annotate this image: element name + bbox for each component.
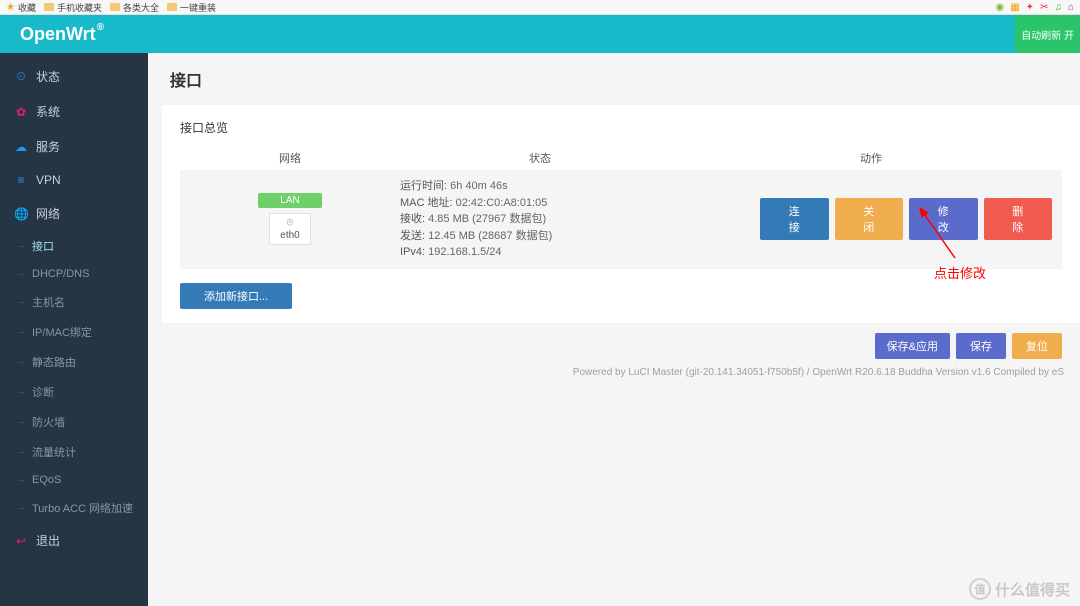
save-apply-button[interactable]: 保存&应用 <box>875 333 950 359</box>
sidebar-item-status[interactable]: ⏲状态 <box>0 59 148 94</box>
col-status: 状态 <box>400 150 680 166</box>
sidebar-sub-traffic[interactable]: 流量统计 <box>0 437 148 467</box>
sidebar-sub-firewall[interactable]: 防火墙 <box>0 407 148 437</box>
sidebar-sub-interfaces[interactable]: 接口 <box>0 231 148 261</box>
cell-status: 运行时间: 6h 40m 46s MAC 地址: 02:42:C0:A8:01:… <box>400 178 760 261</box>
table-header: 网络 状态 动作 <box>180 146 1062 170</box>
main-content: 接口 接口总览 网络 状态 动作 LAN ⌾ eth0 <box>148 53 1080 606</box>
sidebar-item-vpn[interactable]: ≡VPN <box>0 164 148 196</box>
header: OpenWrt® 自动刷新 开 <box>0 15 1080 53</box>
close-button[interactable]: 关闭 <box>835 198 904 240</box>
logout-icon: ↩ <box>14 534 28 548</box>
reset-button[interactable]: 复位 <box>1012 333 1062 359</box>
sidebar-sub-routes[interactable]: 静态路由 <box>0 347 148 377</box>
add-interface-button[interactable]: 添加新接口... <box>180 283 292 309</box>
bookmark-reinstall[interactable]: 一键重装 <box>167 1 216 14</box>
ext-icon[interactable]: ✂ <box>1040 2 1048 13</box>
ext-icon[interactable]: ♫ <box>1054 2 1062 13</box>
cloud-icon: ☁ <box>14 140 28 154</box>
ext-icon[interactable]: ⌂ <box>1068 2 1074 13</box>
interface-table: 网络 状态 动作 LAN ⌾ eth0 运行时间: 6h 40m 46s M <box>180 146 1062 269</box>
network-badge: LAN <box>258 193 321 208</box>
panel-heading: 接口总览 <box>180 119 1062 136</box>
folder-icon <box>167 3 177 11</box>
cell-actions: 连接 关闭 修改 删除 <box>760 198 1062 240</box>
sidebar-sub-diag[interactable]: 诊断 <box>0 377 148 407</box>
ext-icon[interactable]: ✦ <box>1026 2 1034 13</box>
sidebar: ⏲状态 ✿系统 ☁服务 ≡VPN 🌐网络 接口 DHCP/DNS 主机名 IP/… <box>0 53 148 606</box>
sidebar-item-network[interactable]: 🌐网络 <box>0 196 148 231</box>
col-action: 动作 <box>680 150 1062 166</box>
sidebar-item-services[interactable]: ☁服务 <box>0 129 148 164</box>
bookmark-bar: ★收藏 手机收藏夹 各类大全 一键重装 ◉ ▦ ✦ ✂ ♫ ⌂ <box>0 0 1080 15</box>
footer-credits: Powered by LuCI Master (git-20.141.34051… <box>162 359 1080 378</box>
bars-icon: ≡ <box>14 173 28 187</box>
globe-icon: 🌐 <box>14 207 28 221</box>
save-button[interactable]: 保存 <box>956 333 1006 359</box>
footer-actions: 保存&应用 保存 复位 <box>162 323 1080 359</box>
interface-overview-panel: 接口总览 网络 状态 动作 LAN ⌾ eth0 <box>162 105 1080 323</box>
bookmark-all[interactable]: 各类大全 <box>110 1 159 14</box>
edit-button[interactable]: 修改 <box>909 198 978 240</box>
table-row: LAN ⌾ eth0 运行时间: 6h 40m 46s MAC 地址: 02:4… <box>180 170 1062 269</box>
watermark-icon: 值 <box>969 578 991 600</box>
brand-logo[interactable]: OpenWrt® <box>20 24 104 45</box>
browser-ext-tray: ◉ ▦ ✦ ✂ ♫ ⌂ <box>995 2 1074 13</box>
sidebar-sub-eqos[interactable]: EQoS <box>0 467 148 493</box>
folder-icon <box>110 3 120 11</box>
delete-button[interactable]: 删除 <box>984 198 1053 240</box>
star-icon: ★ <box>6 2 15 13</box>
cell-network: LAN ⌾ eth0 <box>180 193 400 245</box>
sidebar-item-system[interactable]: ✿系统 <box>0 94 148 129</box>
interface-chip[interactable]: ⌾ eth0 <box>269 213 310 245</box>
watermark: 值 什么值得买 <box>969 578 1070 600</box>
ext-icon[interactable]: ▦ <box>1010 2 1019 13</box>
page-title: 接口 <box>170 67 1080 91</box>
sidebar-sub-dhcpdns[interactable]: DHCP/DNS <box>0 261 148 287</box>
sidebar-sub-hostnames[interactable]: 主机名 <box>0 287 148 317</box>
gear-icon: ✿ <box>14 105 28 119</box>
folder-icon <box>44 3 54 11</box>
ethernet-icon: ⌾ <box>287 217 294 230</box>
col-network: 网络 <box>180 150 400 166</box>
ext-icon[interactable]: ◉ <box>995 2 1004 13</box>
bookmark-mobile[interactable]: 手机收藏夹 <box>44 1 102 14</box>
bookmark-fav[interactable]: ★收藏 <box>6 1 36 14</box>
sidebar-item-logout[interactable]: ↩退出 <box>0 523 148 558</box>
dashboard-icon: ⏲ <box>14 69 28 84</box>
autorefresh-toggle[interactable]: 自动刷新 开 <box>1015 15 1080 53</box>
connect-button[interactable]: 连接 <box>760 198 829 240</box>
sidebar-sub-ipmac[interactable]: IP/MAC绑定 <box>0 317 148 347</box>
sidebar-sub-turbo[interactable]: Turbo ACC 网络加速 <box>0 493 148 523</box>
ifname-label: eth0 <box>280 230 299 241</box>
